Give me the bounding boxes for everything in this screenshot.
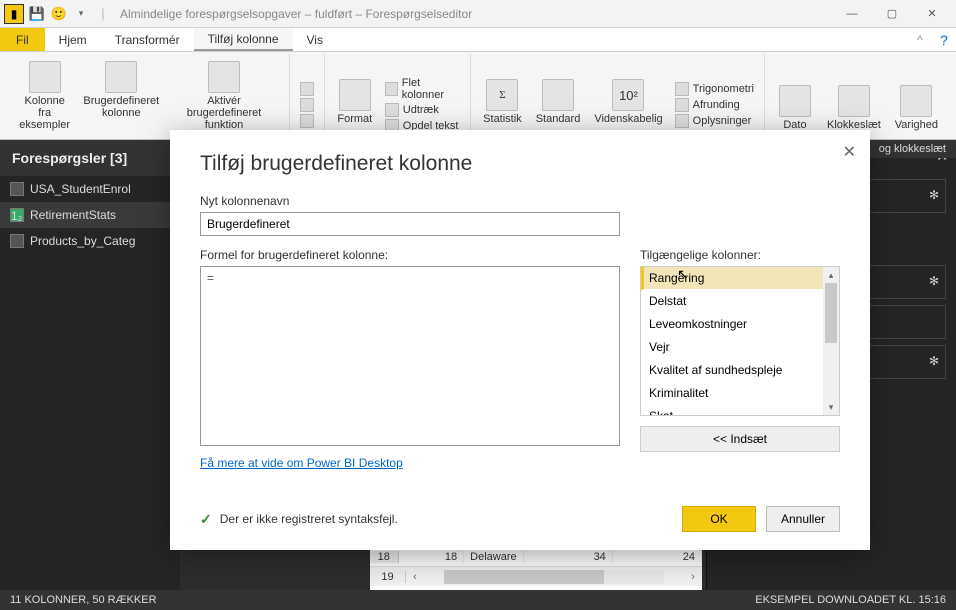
scroll-right-icon[interactable]: ›: [684, 571, 702, 583]
gear-icon[interactable]: ✻: [929, 354, 939, 368]
insert-column-button[interactable]: << Indsæt: [640, 426, 840, 452]
scroll-left-icon[interactable]: ‹: [406, 571, 424, 583]
format-button[interactable]: Format: [331, 75, 379, 135]
qat-dropdown-icon[interactable]: ▾: [72, 5, 90, 23]
available-column-item[interactable]: Kriminalitet: [641, 382, 839, 405]
data-table-fragment: 18 18 Delaware 34 24 19 ‹ ›: [370, 548, 702, 590]
window-title: Almindelige forespørgselsopgaver – fuldf…: [120, 7, 832, 21]
queries-header: Forespørgsler [3]: [0, 140, 180, 176]
available-column-item[interactable]: Delstat: [641, 290, 839, 313]
collapse-ribbon-icon[interactable]: ^: [908, 28, 932, 51]
syntax-status: ✓ Der er ikke registreret syntaksfejl.: [200, 511, 398, 528]
available-columns-list: Rangering Delstat Leveomkostninger Vejr …: [640, 266, 840, 416]
query-item-products[interactable]: Products_by_Categ: [0, 228, 180, 254]
ribbon-group-label-date: og klokkeslæt: [869, 140, 956, 158]
ribbon-mini-3[interactable]: [296, 113, 318, 129]
dialog-title: Tilføj brugerdefineret kolonne: [200, 152, 840, 176]
save-icon[interactable]: 💾: [28, 5, 46, 23]
cell: 24: [613, 551, 702, 563]
learn-more-link[interactable]: Få mere at vide om Power BI Desktop: [200, 456, 403, 470]
cell: Delaware: [464, 551, 523, 563]
custom-column-dialog: ✕ Tilføj brugerdefineret kolonne Nyt kol…: [170, 130, 870, 550]
gear-icon[interactable]: ✻: [929, 188, 939, 202]
available-column-item[interactable]: Vejr: [641, 336, 839, 359]
available-columns-label: Tilgængelige kolonner:: [640, 248, 840, 262]
queries-pane: Forespørgsler [3] USA_StudentEnrol 1₂Ret…: [0, 140, 180, 590]
available-column-item[interactable]: Rangering: [641, 267, 839, 290]
available-column-item[interactable]: Leveomkostninger: [641, 313, 839, 336]
row-number: 19: [370, 571, 406, 583]
standard-button[interactable]: Standard: [530, 75, 587, 135]
ribbon-mini-2[interactable]: [296, 97, 318, 113]
tab-view[interactable]: Vis: [293, 28, 337, 51]
minimize-button[interactable]: —: [832, 0, 872, 28]
merge-columns-button[interactable]: Flet kolonner: [381, 76, 464, 102]
cell: 34: [524, 551, 613, 563]
query-item-enrol[interactable]: USA_StudentEnrol: [0, 176, 180, 202]
close-dialog-icon[interactable]: ✕: [843, 142, 856, 162]
close-window-button[interactable]: ✕: [912, 0, 952, 28]
scroll-down-icon[interactable]: ▾: [823, 399, 839, 415]
date-button[interactable]: Dato: [771, 81, 819, 135]
qat-separator: |: [94, 5, 112, 23]
tab-file[interactable]: Fil: [0, 28, 45, 51]
statistics-button[interactable]: ΣStatistik: [477, 75, 528, 135]
available-column-item[interactable]: Kvalitet af sundhedspleje: [641, 359, 839, 382]
extract-button[interactable]: Udtræk: [381, 102, 443, 118]
maximize-button[interactable]: ▢: [872, 0, 912, 28]
check-icon: ✓: [200, 511, 212, 528]
title-bar: ▮ 💾 🙂 ▾ | Almindelige forespørgselsopgav…: [0, 0, 956, 28]
quick-access-toolbar: 💾 🙂 ▾ |: [28, 5, 112, 23]
ok-button[interactable]: OK: [682, 506, 756, 532]
available-columns-scrollbar[interactable]: ▴ ▾: [823, 267, 839, 415]
status-download-time: EKSEMPEL DOWNLOADET KL. 15:16: [755, 594, 946, 606]
gear-icon[interactable]: ✻: [929, 274, 939, 288]
custom-column-button[interactable]: Brugerdefineret kolonne: [79, 57, 163, 135]
cell: 18: [399, 551, 465, 563]
tab-transform[interactable]: Transformér: [101, 28, 194, 51]
new-column-name-input[interactable]: [200, 212, 620, 236]
column-from-examples-button[interactable]: Kolonne fra eksempler: [12, 57, 77, 135]
query-item-retirement[interactable]: 1₂RetirementStats: [0, 202, 180, 228]
ribbon-tabs: Fil Hjem Transformér Tilføj kolonne Vis …: [0, 28, 956, 52]
information-button[interactable]: Oplysninger: [671, 113, 756, 129]
ribbon: Kolonne fra eksempler Brugerdefineret ko…: [0, 52, 956, 140]
table-row[interactable]: 18 18 Delaware 34 24: [370, 548, 702, 567]
formula-input[interactable]: =: [200, 266, 620, 446]
trigonometry-button[interactable]: Trigonometri: [671, 81, 758, 97]
invoke-custom-function-button[interactable]: Aktivér brugerdefineret funktion: [165, 57, 283, 135]
help-icon[interactable]: ?: [932, 28, 956, 51]
status-bar: 11 KOLONNER, 50 RÆKKER EKSEMPEL DOWNLOAD…: [0, 590, 956, 610]
number-icon: 1₂: [10, 208, 24, 222]
app-icon: ▮: [4, 4, 24, 24]
tab-add-column[interactable]: Tilføj kolonne: [194, 28, 293, 51]
status-columns-rows: 11 KOLONNER, 50 RÆKKER: [10, 594, 157, 606]
scroll-up-icon[interactable]: ▴: [823, 267, 839, 283]
available-column-item[interactable]: Skat: [641, 405, 839, 416]
row-number: 18: [370, 551, 399, 563]
new-column-name-label: Nyt kolonnenavn: [200, 194, 840, 208]
smiley-icon[interactable]: 🙂: [50, 5, 68, 23]
tab-home[interactable]: Hjem: [45, 28, 101, 51]
ribbon-mini-1[interactable]: [296, 81, 318, 97]
table-icon: [10, 182, 24, 196]
formula-label: Formel for brugerdefineret kolonne:: [200, 248, 620, 262]
scientific-button[interactable]: 10²Videnskabelig: [588, 75, 668, 135]
duration-button[interactable]: Varighed: [889, 81, 944, 135]
time-button[interactable]: Klokkeslæt: [821, 81, 887, 135]
horizontal-scrollbar[interactable]: [444, 570, 664, 584]
cancel-button[interactable]: Annuller: [766, 506, 840, 532]
rounding-button[interactable]: Afrunding: [671, 97, 744, 113]
table-icon: [10, 234, 24, 248]
